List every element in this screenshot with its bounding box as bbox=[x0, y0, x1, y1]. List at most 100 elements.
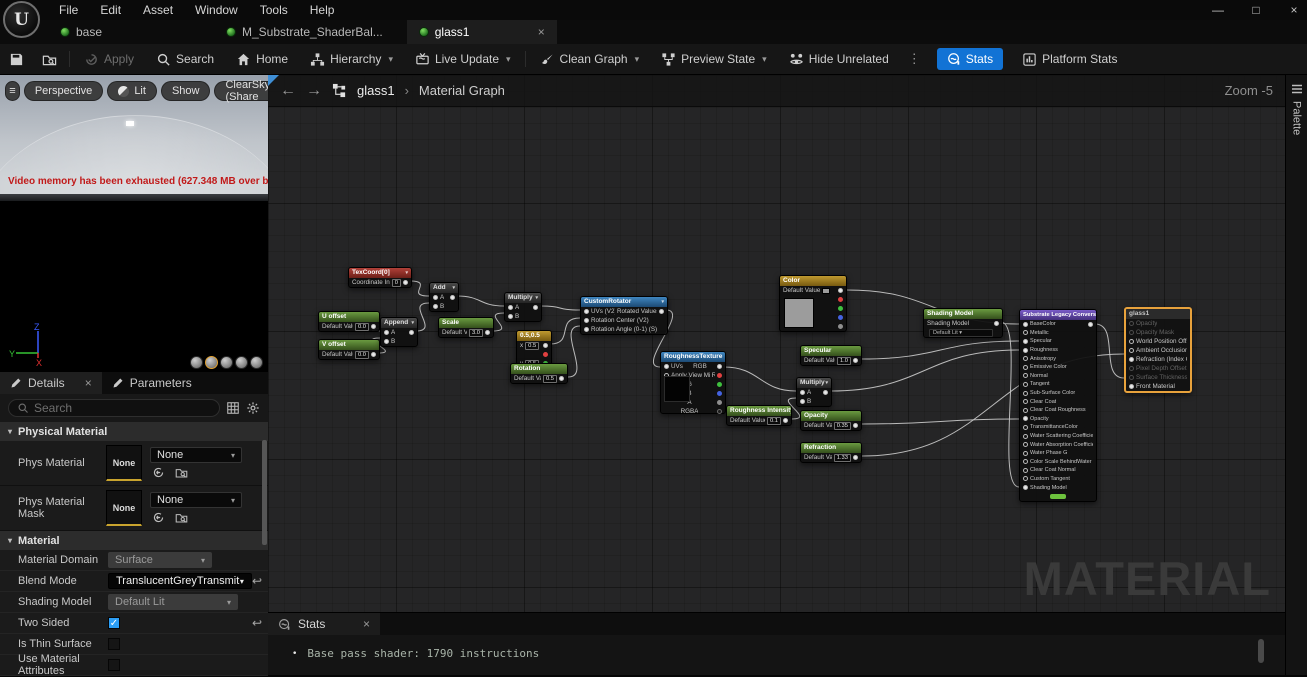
pin[interactable] bbox=[1023, 348, 1028, 353]
pin[interactable] bbox=[403, 280, 408, 285]
pin[interactable] bbox=[1023, 365, 1028, 370]
pin[interactable] bbox=[838, 297, 843, 302]
pin[interactable] bbox=[371, 324, 376, 329]
menu-item[interactable]: Tools bbox=[249, 1, 299, 19]
details-scrollbar[interactable] bbox=[262, 440, 267, 545]
graph-node-rotation[interactable]: RotationDefault Value0.5 bbox=[510, 363, 568, 384]
pin[interactable] bbox=[717, 373, 722, 378]
settings-gear-icon[interactable] bbox=[246, 401, 260, 415]
graph-node-specular[interactable]: SpecularDefault Value1.0 bbox=[800, 345, 862, 366]
pin[interactable] bbox=[1023, 468, 1028, 473]
pin[interactable] bbox=[1023, 434, 1028, 439]
pin[interactable] bbox=[853, 423, 858, 428]
pin[interactable] bbox=[717, 382, 722, 387]
pin[interactable] bbox=[1088, 322, 1093, 327]
pin[interactable] bbox=[1023, 330, 1028, 335]
material-domain-select[interactable]: Surface▾ bbox=[108, 552, 212, 568]
pin[interactable] bbox=[838, 306, 843, 311]
tab-glass1[interactable]: glass1 × bbox=[407, 20, 557, 44]
minimize-icon[interactable]: — bbox=[1211, 3, 1225, 17]
pin[interactable] bbox=[1023, 391, 1028, 396]
nav-back-icon[interactable]: ← bbox=[280, 82, 296, 100]
apply-button[interactable]: Apply bbox=[73, 44, 145, 74]
section-material[interactable]: ▾Material bbox=[0, 531, 268, 550]
perspective-button[interactable]: Perspective bbox=[24, 81, 103, 101]
pin[interactable] bbox=[559, 376, 564, 381]
graph-node-texcoord[interactable]: TexCoord[0]▾Coordinate Index0 bbox=[348, 267, 412, 288]
stats-scrollbar[interactable] bbox=[1258, 639, 1264, 663]
pin[interactable] bbox=[1129, 348, 1134, 353]
pin[interactable] bbox=[1023, 476, 1028, 481]
section-physical-material[interactable]: ▾Physical Material bbox=[0, 422, 268, 441]
graph-node-add[interactable]: Add▾AB bbox=[429, 282, 459, 312]
pin[interactable] bbox=[1023, 373, 1028, 378]
hierarchy-button[interactable]: Hierarchy▾ bbox=[299, 44, 404, 74]
tab-stats[interactable]: Stats × bbox=[268, 613, 380, 635]
close-icon[interactable]: × bbox=[363, 617, 370, 631]
preview-mesh-button[interactable] bbox=[250, 356, 263, 369]
pin[interactable] bbox=[1023, 451, 1028, 456]
pin[interactable] bbox=[717, 400, 722, 405]
graph-node-result-glass1[interactable]: glass1OpacityOpacity MaskWorld Position … bbox=[1124, 307, 1192, 393]
pin[interactable] bbox=[371, 352, 376, 357]
hide-unrelated-button[interactable]: Hide Unrelated bbox=[778, 44, 900, 74]
reset-to-default-icon[interactable]: ↩ bbox=[252, 616, 262, 630]
graph-node-u-offset[interactable]: U offsetDefault Value0.0 bbox=[318, 311, 380, 332]
pin[interactable] bbox=[717, 364, 722, 369]
breadcrumb-asset-name[interactable]: glass1 bbox=[357, 83, 395, 98]
pin[interactable] bbox=[1023, 356, 1028, 361]
pin[interactable] bbox=[1023, 339, 1028, 344]
pin[interactable] bbox=[1129, 339, 1134, 344]
pin[interactable] bbox=[533, 305, 538, 310]
asset-thumbnail[interactable]: None bbox=[106, 445, 142, 481]
tab-m-substrate-shaderball[interactable]: M_Substrate_ShaderBal... bbox=[214, 20, 395, 44]
pin[interactable] bbox=[584, 309, 589, 314]
pin[interactable] bbox=[384, 339, 389, 344]
close-icon[interactable]: × bbox=[1287, 3, 1301, 17]
asset-thumbnail[interactable]: None bbox=[106, 490, 142, 526]
pin[interactable] bbox=[433, 295, 438, 300]
graph-node-roughness-texture[interactable]: RoughnessTextureUVsRGBApply View MipBias… bbox=[660, 351, 726, 414]
pin[interactable] bbox=[1129, 366, 1134, 371]
close-icon[interactable]: × bbox=[85, 376, 92, 390]
pin[interactable] bbox=[543, 343, 548, 348]
pin[interactable] bbox=[1129, 321, 1134, 326]
pin[interactable] bbox=[1023, 322, 1028, 327]
browse-to-asset-button[interactable] bbox=[33, 44, 66, 74]
menu-item[interactable]: Edit bbox=[89, 1, 132, 19]
search-input[interactable]: Search bbox=[8, 399, 220, 417]
pin[interactable] bbox=[1129, 384, 1134, 389]
pin[interactable] bbox=[717, 409, 722, 414]
reset-to-default-icon[interactable]: ↩ bbox=[252, 574, 262, 588]
graph-node-shading-model[interactable]: Shading ModelShading ModelDefault Lit ▾ bbox=[923, 308, 1003, 338]
material-graph-panel[interactable]: ← → glass1 › Material Graph Zoom -5 TexC… bbox=[268, 75, 1285, 612]
graph-node-refraction[interactable]: RefractionDefault Value1.33 bbox=[800, 442, 862, 463]
pin[interactable] bbox=[838, 324, 843, 329]
graph-node-custom-rotator[interactable]: CustomRotator▾UVs (V2)Rotated ValuesRota… bbox=[580, 296, 668, 335]
pin[interactable] bbox=[1023, 442, 1028, 447]
tab-base[interactable]: base bbox=[48, 20, 128, 44]
use-selected-asset-icon[interactable] bbox=[152, 466, 165, 479]
graph-node-scale[interactable]: ScaleDefault Value3.0 bbox=[438, 317, 494, 338]
menu-item[interactable]: Window bbox=[184, 1, 249, 19]
toolbar-overflow-icon[interactable]: ⋮ bbox=[900, 51, 929, 67]
palette-tab[interactable]: Palette bbox=[1291, 101, 1303, 135]
preview-state-button[interactable]: Preview State▾ bbox=[650, 44, 778, 74]
pin[interactable] bbox=[508, 305, 513, 310]
pin[interactable] bbox=[800, 399, 805, 404]
show-button[interactable]: Show bbox=[161, 81, 211, 101]
pin[interactable] bbox=[664, 364, 669, 369]
pin[interactable] bbox=[508, 314, 513, 319]
breadcrumb-graph-name[interactable]: Material Graph bbox=[419, 83, 505, 98]
browse-asset-icon[interactable] bbox=[175, 466, 188, 479]
preview-plane-button[interactable] bbox=[220, 356, 233, 369]
preview-cube-button[interactable] bbox=[235, 356, 248, 369]
preview-sphere-button[interactable] bbox=[205, 356, 218, 369]
use-material-attributes-checkbox[interactable] bbox=[108, 659, 120, 671]
pin[interactable] bbox=[1129, 330, 1134, 335]
pin[interactable] bbox=[717, 391, 722, 396]
graph-node-substrate-legacy-conversion[interactable]: Substrate Legacy Conversion▾BaseColorMet… bbox=[1019, 309, 1097, 502]
menu-item[interactable]: Asset bbox=[132, 1, 184, 19]
asset-select[interactable]: None▾ bbox=[150, 447, 242, 463]
graph-node-color[interactable]: ColorDefault Value bbox=[779, 275, 847, 332]
